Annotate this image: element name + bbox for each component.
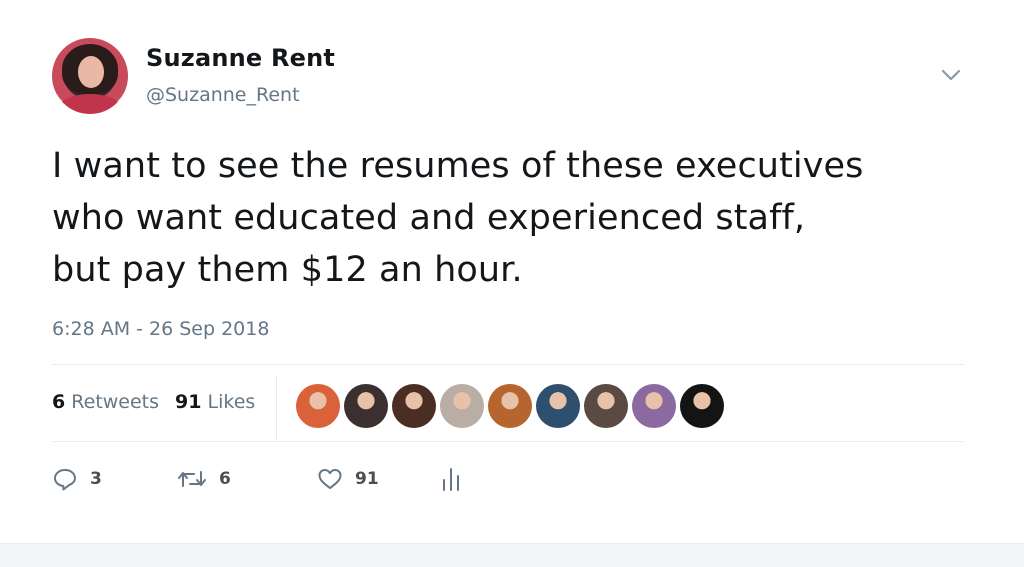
avatar-colorful-icon[interactable] [632, 384, 676, 428]
analytics-icon [440, 466, 462, 492]
reply-button[interactable]: 3 [52, 467, 177, 491]
tweet-actions: 3 6 91 [52, 466, 462, 492]
avatar-dog-icon[interactable] [440, 384, 484, 428]
retweet-icon [177, 467, 207, 491]
avatar-glasses-mustache-icon[interactable] [296, 384, 340, 428]
tweet-card: Suzanne Rent @Suzanne_Rent I want to see… [0, 0, 1024, 540]
author-handle[interactable]: @Suzanne_Rent [146, 84, 300, 106]
likes-count: 91 [175, 391, 202, 413]
retweet-button[interactable]: 6 [177, 467, 317, 491]
likes-label: Likes [207, 391, 256, 413]
author-avatar[interactable] [52, 38, 128, 114]
divider [52, 364, 964, 365]
tweet-stats: 6 Retweets 91 Likes [52, 391, 255, 413]
author-name[interactable]: Suzanne Rent [146, 44, 335, 72]
likes-stat[interactable]: 91 Likes [175, 391, 255, 413]
retweets-stat[interactable]: 6 Retweets [52, 391, 159, 413]
stats-separator [276, 375, 277, 440]
tweet-text: I want to see the resumes of these execu… [52, 140, 982, 296]
retweets-label: Retweets [71, 391, 160, 413]
avatar-woman-glasses-icon[interactable] [584, 384, 628, 428]
like-button[interactable]: 91 [317, 467, 440, 491]
tweet-timestamp[interactable]: 6:28 AM - 26 Sep 2018 [52, 318, 269, 340]
avatar-logo-black-icon[interactable] [680, 384, 724, 428]
avatar-landscape-icon[interactable] [536, 384, 580, 428]
like-count: 91 [355, 469, 379, 489]
retweet-count: 6 [219, 469, 231, 489]
heart-icon [317, 467, 343, 491]
tweet-text-line: but pay them $12 an hour. [52, 250, 523, 290]
page-footer-band [0, 543, 1024, 567]
liker-avatars [296, 384, 724, 428]
tweet-text-line: who want educated and experienced staff, [52, 198, 806, 238]
avatar-woman-dark-icon[interactable] [392, 384, 436, 428]
more-options-chevron-down-icon[interactable] [938, 64, 964, 86]
retweets-count: 6 [52, 391, 66, 413]
analytics-button[interactable] [440, 466, 462, 492]
tweet-text-line: I want to see the resumes of these execu… [52, 146, 864, 186]
avatar-red-hair-icon[interactable] [488, 384, 532, 428]
divider [52, 441, 964, 442]
avatar-dark-hair-icon[interactable] [344, 384, 388, 428]
reply-count: 3 [90, 469, 102, 489]
reply-icon [52, 467, 78, 491]
